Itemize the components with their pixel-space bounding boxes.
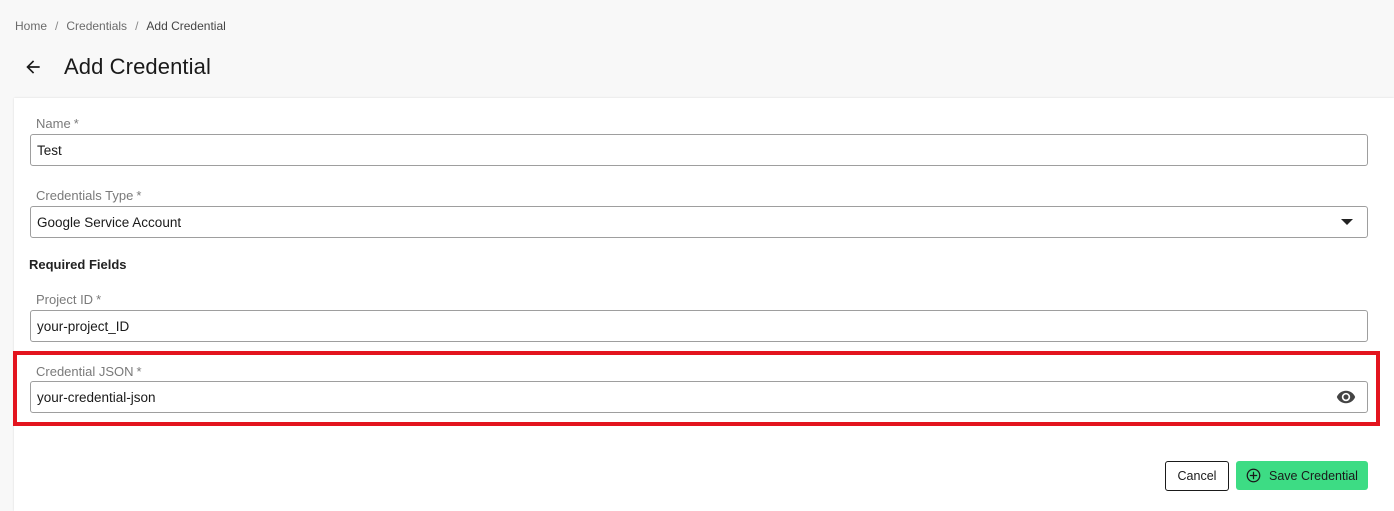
credentials-type-label-text: Credentials Type	[36, 188, 134, 203]
breadcrumb-home[interactable]: Home	[15, 19, 47, 33]
breadcrumb-credentials[interactable]: Credentials	[66, 19, 127, 33]
required-mark: *	[73, 116, 79, 131]
save-credential-label: Save Credential	[1269, 468, 1358, 483]
breadcrumb-separator: /	[135, 19, 139, 33]
credentials-type-select[interactable]: Google Service Account	[30, 206, 1368, 238]
credential-json-label-text: Credential JSON	[36, 364, 134, 379]
eye-icon-svg	[1336, 390, 1356, 404]
project-id-field-box	[30, 310, 1368, 342]
add-credential-page: Home / Credentials / Add Credential Add …	[0, 0, 1394, 511]
name-label-text: Name	[36, 116, 71, 131]
page-header: Add Credential	[18, 50, 211, 84]
back-button[interactable]	[18, 52, 48, 82]
project-id-label: Project ID *	[36, 292, 101, 307]
breadcrumb-separator: /	[55, 19, 59, 33]
project-id-input[interactable]	[37, 311, 1361, 341]
eye-icon[interactable]	[1335, 386, 1357, 408]
credentials-type-label: Credentials Type *	[36, 188, 141, 203]
credential-json-input[interactable]	[37, 382, 1335, 412]
breadcrumb-current: Add Credential	[146, 19, 226, 33]
arrow-left-icon	[26, 60, 40, 74]
breadcrumb: Home / Credentials / Add Credential	[15, 19, 226, 33]
name-field-box	[30, 134, 1368, 166]
required-mark: *	[96, 292, 102, 307]
name-label: Name *	[36, 116, 79, 131]
credentials-type-value: Google Service Account	[37, 214, 182, 230]
caret-down-icon	[1341, 219, 1353, 225]
project-id-label-text: Project ID	[36, 292, 94, 307]
page-title: Add Credential	[64, 54, 211, 79]
credential-json-label: Credential JSON *	[36, 364, 142, 379]
required-mark: *	[136, 188, 142, 203]
plus-circle-icon	[1246, 468, 1261, 483]
required-fields-heading: Required Fields	[29, 257, 127, 272]
credential-json-field-box	[30, 381, 1368, 413]
required-mark: *	[136, 364, 142, 379]
save-credential-button[interactable]: Save Credential	[1236, 461, 1368, 490]
cancel-button[interactable]: Cancel	[1165, 461, 1229, 491]
name-input[interactable]	[37, 135, 1361, 165]
